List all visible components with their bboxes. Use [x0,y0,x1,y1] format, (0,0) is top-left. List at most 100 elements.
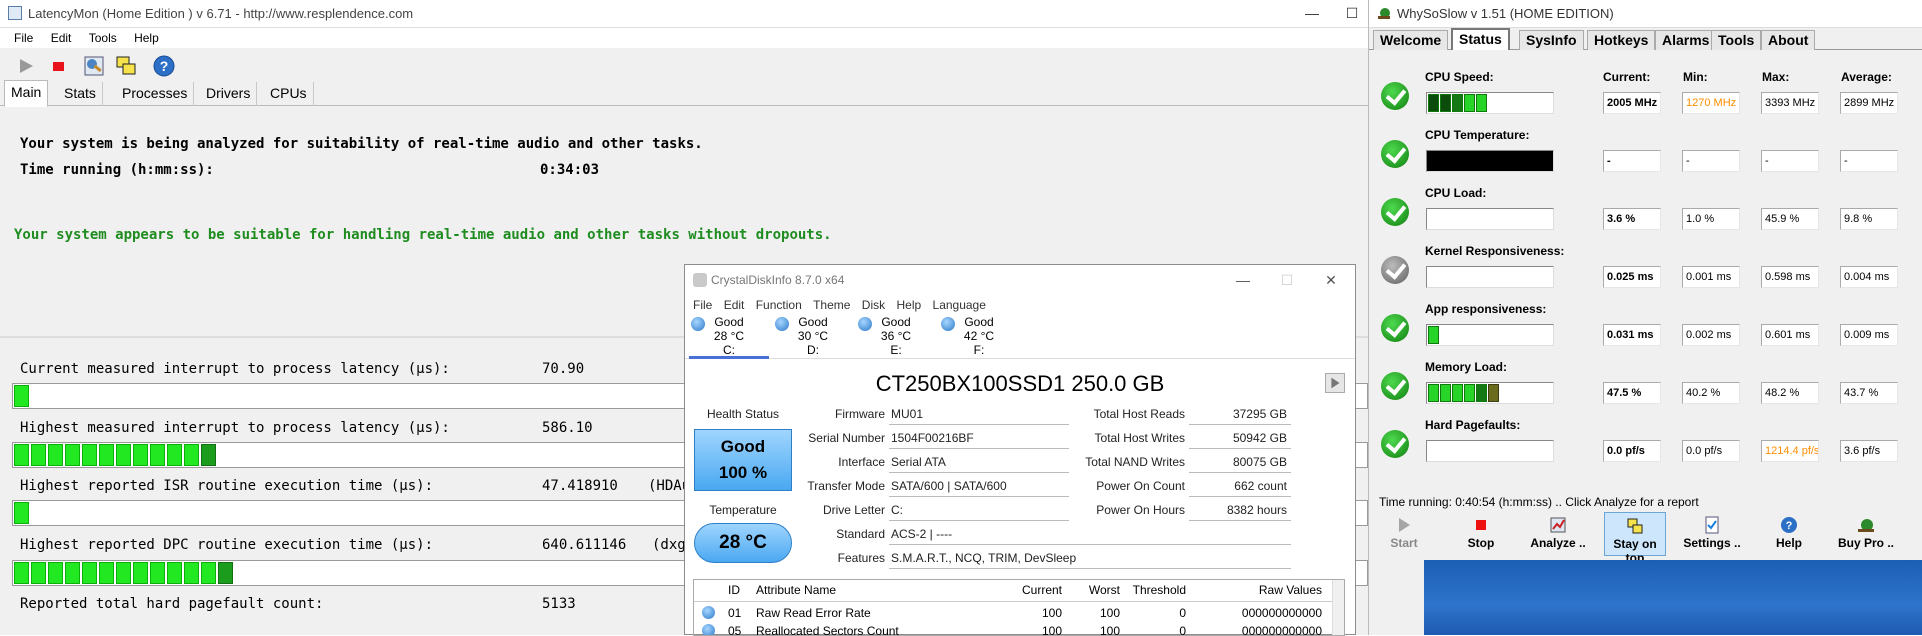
bar-segment [31,562,46,584]
tab-tools[interactable]: Tools [1711,30,1762,50]
drive-f[interactable]: Good 42 °C F: [939,315,1019,359]
stop-icon[interactable] [46,54,70,78]
attr-name: Raw Read Error Rate [756,606,871,620]
tab-stats[interactable]: Stats [58,82,103,106]
bar-segment [1452,384,1463,402]
bar-segment [116,562,131,584]
table-scrollbar[interactable] [1332,580,1344,635]
menu-file[interactable]: File [693,295,712,315]
header-current[interactable]: Current [1004,583,1062,597]
windows-icon[interactable] [114,54,138,78]
buy-pro-button[interactable]: Buy Pro .. [1835,512,1897,556]
close-icon[interactable]: ✕ [1311,269,1351,291]
tab-alarms[interactable]: Alarms [1655,30,1717,50]
metric-min: 0.0 pf/s [1682,440,1740,462]
maximize-button[interactable]: ☐ [1267,269,1307,291]
features-field: S.M.A.R.T., NCQ, TRIM, DevSleep [889,549,1291,569]
crystaldiskinfo-titlebar: CrystalDiskInfo 8.7.0 x64 — ☐ ✕ [685,265,1355,295]
bar-segment [48,444,63,466]
bar-segment [1428,326,1439,344]
metric-bar [1426,324,1554,346]
tab-hotkeys[interactable]: Hotkeys [1587,30,1656,50]
tab-welcome[interactable]: Welcome [1373,30,1449,50]
standard-label: Standard [836,527,885,541]
settings-icon [1705,516,1719,534]
tab-status[interactable]: Status [1451,28,1510,50]
menu-help[interactable]: Help [134,28,159,48]
drive-c[interactable]: Good 28 °C C: [689,315,769,359]
health-status-label: Health Status [706,407,780,421]
bar-segment [133,562,148,584]
start-button[interactable]: Start [1373,512,1435,556]
metric-value: 640.611146 [542,537,627,553]
header-id[interactable]: ID [728,583,740,597]
header-raw-values[interactable]: Raw Values [1204,583,1322,597]
tab-about[interactable]: About [1761,30,1816,50]
minimize-button[interactable]: — [1292,3,1332,25]
menu-edit[interactable]: Edit [724,295,745,315]
health-percent: 100 % [718,463,768,482]
bar-segment [1464,94,1475,112]
whysoslow-tabs: Welcome Status SysInfo Hotkeys Alarms To… [1369,28,1922,50]
whysoslow-window: WhySoSlow v 1.51 (HOME EDITION) Welcome … [1368,0,1922,635]
tab-main[interactable]: Main [4,80,49,107]
power-on-hours-label: Power On Hours [1096,503,1185,517]
play-icon [1399,518,1410,532]
tab-drivers[interactable]: Drivers [200,82,258,106]
attr-current: 100 [1041,606,1062,620]
analysis-message: Your system is being analyzed for suitab… [20,136,703,152]
play-icon[interactable] [14,54,38,78]
tab-sysinfo[interactable]: SysInfo [1519,30,1584,50]
settings-button[interactable]: Settings .. [1681,512,1743,556]
metric-avg: 0.009 ms [1840,324,1898,346]
metric-label: CPU Load: [1425,186,1487,200]
menu-function[interactable]: Function [756,295,802,315]
temperature-label: Temperature [709,503,777,517]
metric-max: 0.601 ms [1761,324,1819,346]
minimize-button[interactable]: — [1223,269,1263,291]
menu-theme[interactable]: Theme [813,295,850,315]
metric-max: 0.598 ms [1761,266,1819,288]
menu-disk[interactable]: Disk [862,295,885,315]
bar-segment [31,444,46,466]
menu-file[interactable]: File [14,28,33,48]
maximize-button[interactable]: ☐ [1332,3,1372,25]
latencymon-titlebar: LatencyMon (Home Edition ) v 6.71 - http… [0,0,1368,28]
tab-cpus[interactable]: CPUs [264,82,314,106]
header-threshold[interactable]: Threshold [1124,583,1186,597]
bar-segment [1488,384,1499,402]
metric-current: 47.5 % [1603,382,1661,404]
tools-icon[interactable] [82,54,106,78]
header-attribute-name[interactable]: Attribute Name [756,583,836,597]
next-disk-icon[interactable] [1325,373,1345,393]
table-row[interactable]: 05 Reallocated Sectors Count 100 100 0 0… [694,621,1334,636]
metric-label: Highest measured interrupt to process la… [20,420,450,436]
menu-language[interactable]: Language [933,295,986,315]
bar-segment [1440,94,1451,112]
power-on-count-label: Power On Count [1096,479,1185,493]
metric-bar [1426,92,1554,114]
analyze-button[interactable]: Analyze .. [1527,512,1589,556]
status-dot-icon [702,624,715,635]
latencymon-toolbar: ? [0,48,1368,82]
attr-worst: 100 [1099,624,1120,636]
help-icon[interactable]: ? [152,54,176,78]
metric-label: Reported total hard pagefault count: [20,596,324,612]
help-button[interactable]: ? Help [1758,512,1820,556]
stay-on-top-button[interactable]: Stay on top [1604,512,1666,565]
status-dot-icon [691,317,705,331]
menu-edit[interactable]: Edit [51,28,72,48]
drive-d[interactable]: Good 30 °C D: [773,315,853,359]
bar-segment [65,444,80,466]
stop-button[interactable]: Stop [1450,512,1512,556]
check-icon [1381,82,1409,110]
help-icon: ? [1781,517,1797,533]
header-worst[interactable]: Worst [1066,583,1120,597]
table-row[interactable]: 01 Raw Read Error Rate 100 100 0 0000000… [694,603,1334,621]
menu-tools[interactable]: Tools [89,28,117,48]
tab-processes[interactable]: Processes [116,82,195,106]
menu-help[interactable]: Help [896,295,921,315]
time-running-label: Time running (h:mm:ss): [20,162,214,178]
bar-segment [218,562,233,584]
drive-e[interactable]: Good 36 °C E: [856,315,936,359]
